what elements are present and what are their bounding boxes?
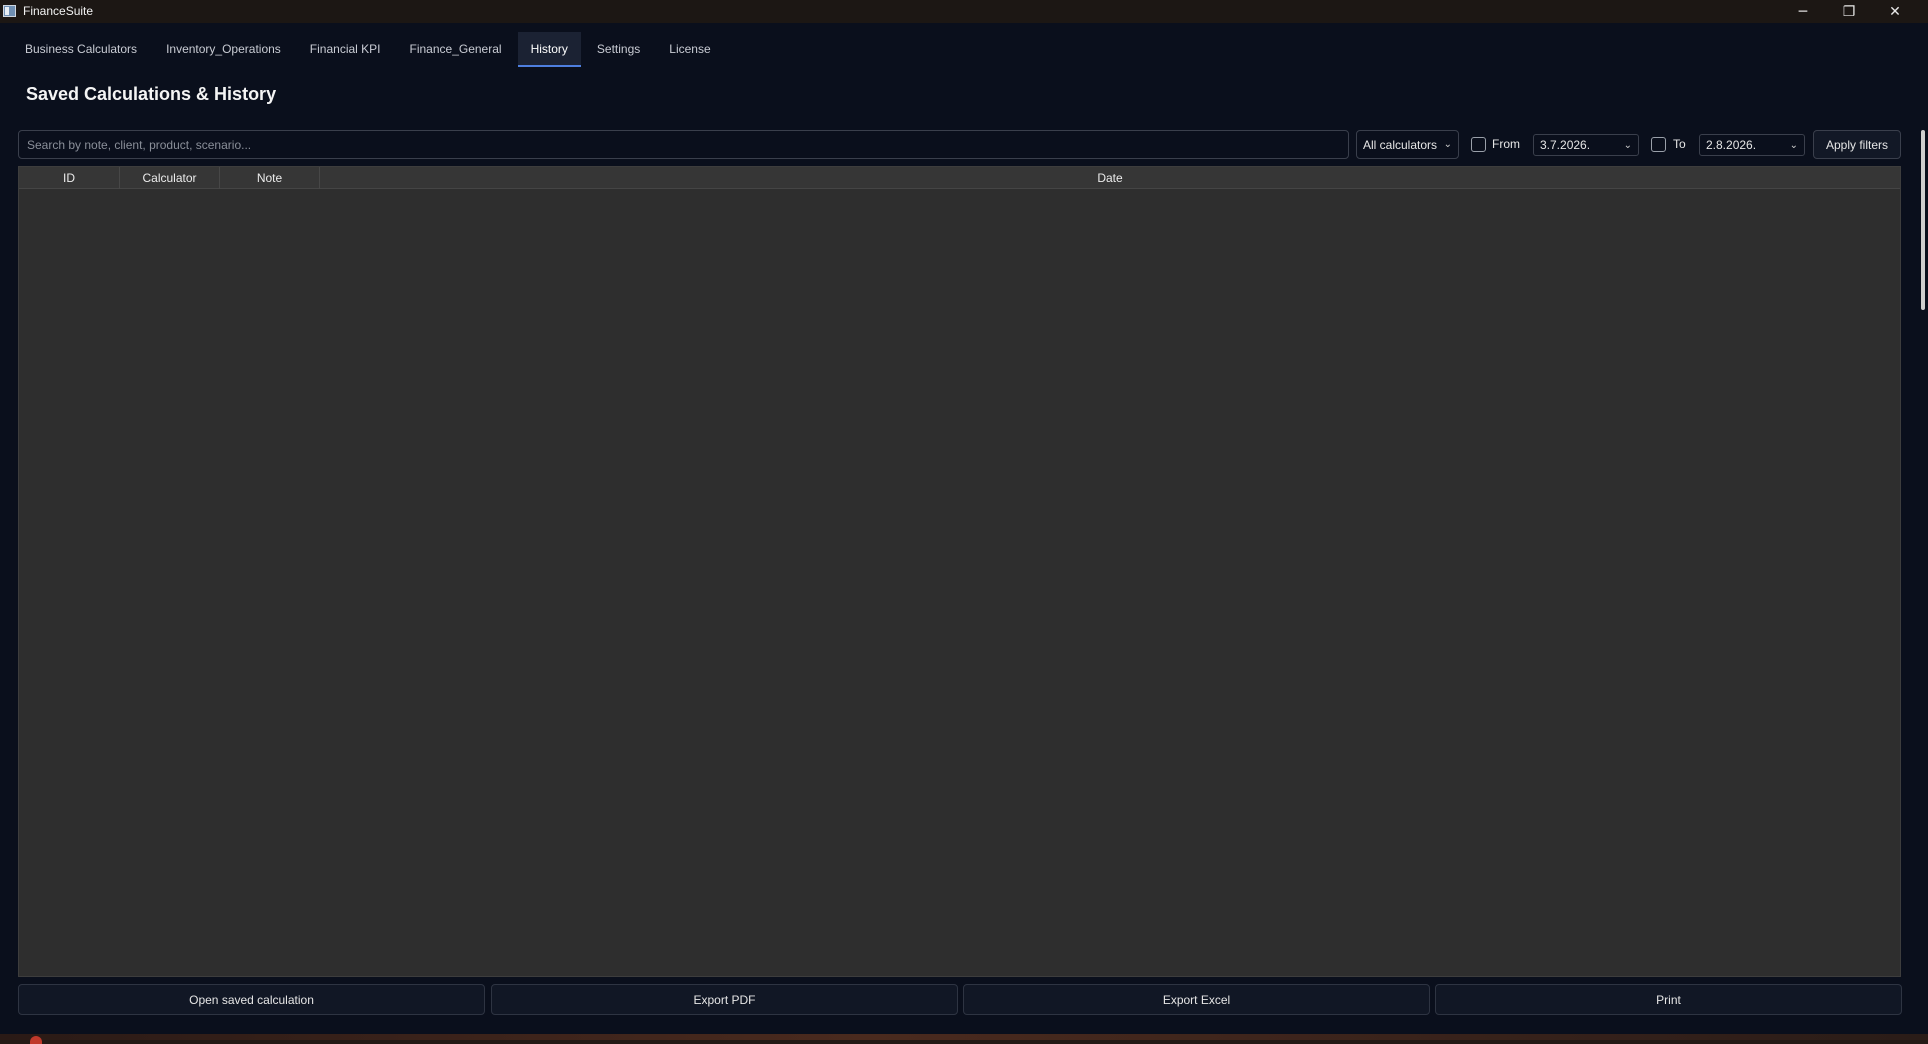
page-title: Saved Calculations & History [26,84,277,104]
search-input[interactable] [27,137,1340,152]
window-title: FinanceSuite [23,4,94,18]
tab-license[interactable]: License [656,32,723,67]
tab-financial-kpi[interactable]: Financial KPI [297,32,394,67]
table-header: ID Calculator Note Date [19,167,1900,189]
print-button[interactable]: Print [1435,984,1902,1015]
column-header-date[interactable]: Date [320,167,1900,189]
title-bar: FinanceSuite ─ ❐ ✕ [0,0,1928,23]
search-box[interactable] [18,130,1349,159]
chevron-down-icon: ⌄ [1443,139,1452,150]
tab-inventory-operations[interactable]: Inventory_Operations [153,32,294,67]
column-header-note[interactable]: Note [220,167,320,189]
tab-bar: Business Calculators Inventory_Operation… [12,32,727,67]
export-excel-button[interactable]: Export Excel [963,984,1430,1015]
tab-business-calculators[interactable]: Business Calculators [12,32,150,67]
export-pdf-button[interactable]: Export PDF [491,984,958,1015]
tab-history[interactable]: History [517,32,581,67]
tab-finance-general[interactable]: Finance_General [397,32,515,67]
column-header-id[interactable]: ID [19,167,120,189]
to-label: To [1673,137,1686,151]
minimize-icon[interactable]: ─ [1780,0,1826,23]
open-saved-calculation-button[interactable]: Open saved calculation [18,984,485,1015]
close-icon[interactable]: ✕ [1872,0,1918,23]
from-label: From [1492,137,1520,151]
to-checkbox[interactable] [1651,137,1666,152]
to-date-value: 2.8.2026. [1706,138,1757,152]
taskbar-edge [0,1034,1928,1040]
apply-filters-button[interactable]: Apply filters [1813,130,1901,159]
column-header-calculator[interactable]: Calculator [120,167,220,189]
calculator-select-value: All calculators [1363,137,1438,152]
chevron-down-icon: ⌄ [1789,139,1798,151]
history-table[interactable]: ID Calculator Note Date [18,166,1901,977]
chevron-down-icon: ⌄ [1623,139,1632,151]
calculator-select[interactable]: All calculators ⌄ [1356,130,1459,159]
app-icon [3,5,16,17]
tab-settings[interactable]: Settings [584,32,653,67]
maximize-icon[interactable]: ❐ [1826,0,1872,23]
app-window: FinanceSuite ─ ❐ ✕ Business Calculators … [0,0,1928,1034]
to-date-picker[interactable]: 2.8.2026. ⌄ [1699,134,1805,156]
window-scrollbar[interactable] [1921,130,1925,310]
from-date-value: 3.7.2026. [1540,138,1591,152]
taskbar-app-icon[interactable] [30,1036,42,1044]
from-date-picker[interactable]: 3.7.2026. ⌄ [1533,134,1639,156]
from-checkbox[interactable] [1471,137,1486,152]
